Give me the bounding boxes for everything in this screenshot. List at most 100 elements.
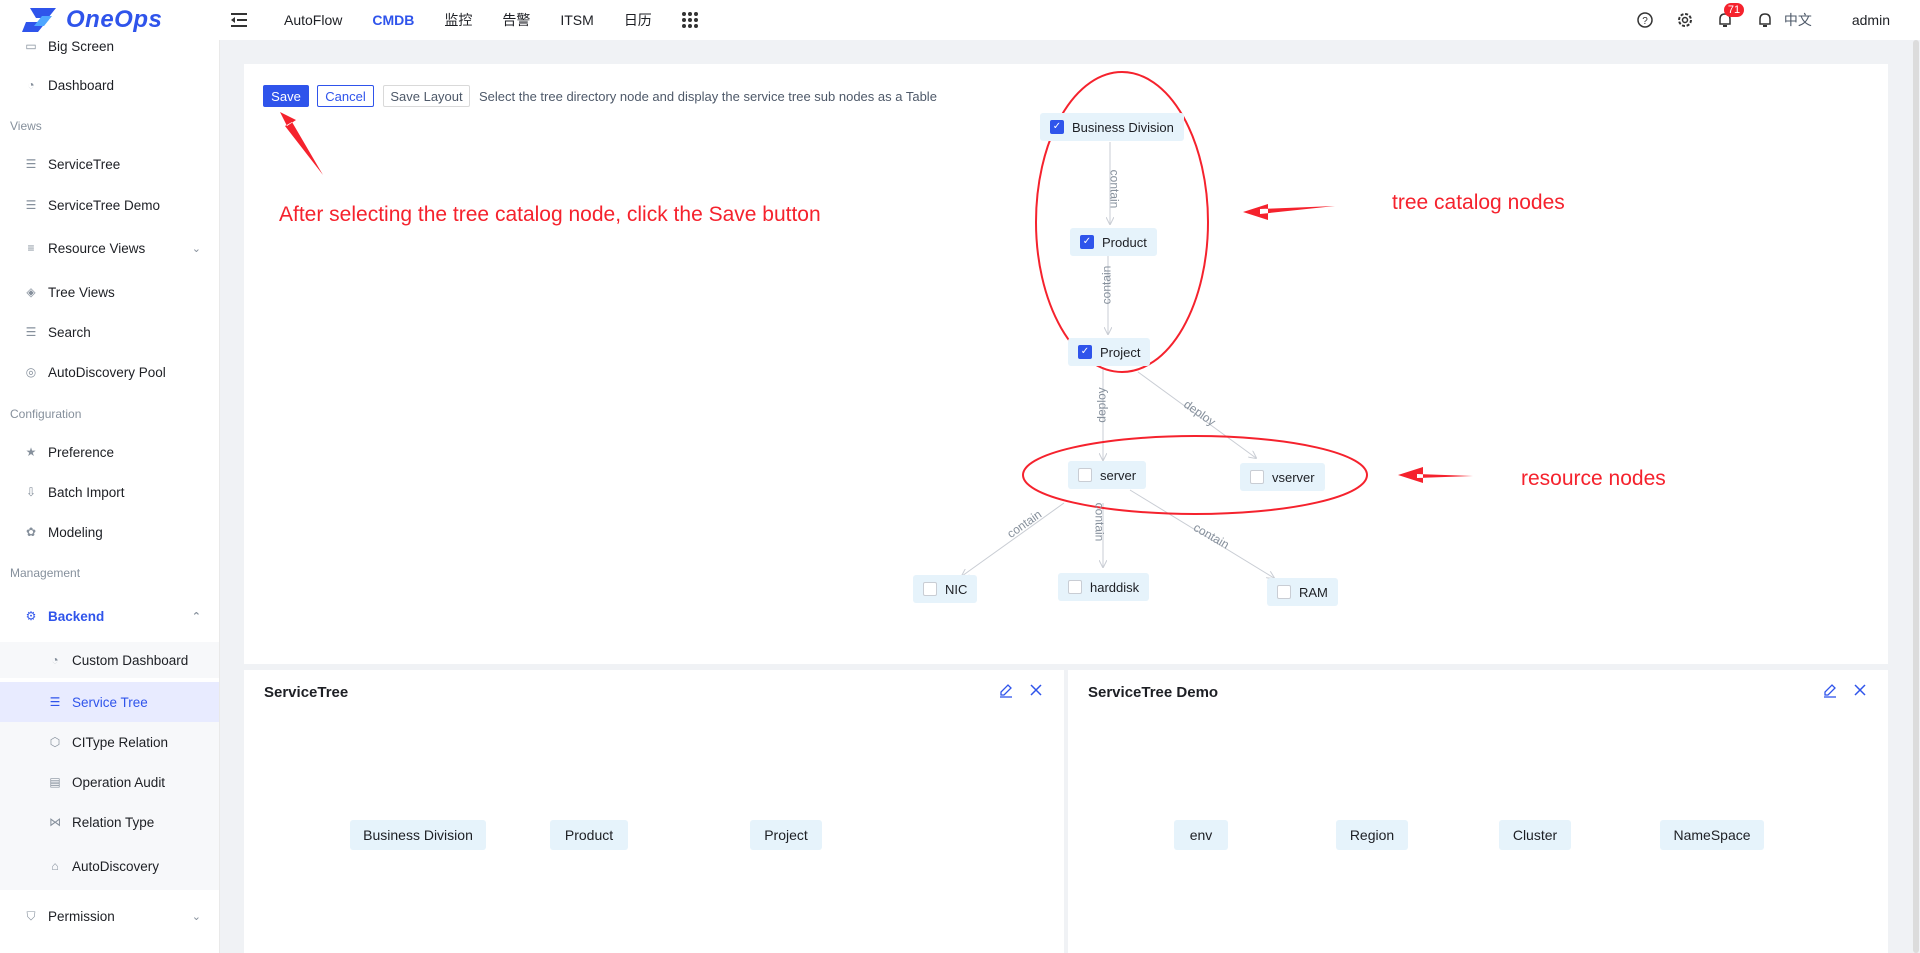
import-icon: ⇩ xyxy=(25,485,37,499)
sidebar-item-dashboard[interactable]: ◔ Dashboard xyxy=(0,67,219,103)
panel-actions xyxy=(998,682,1044,698)
tree-list-icon: ☰ xyxy=(25,157,37,171)
nav-itsm[interactable]: ITSM xyxy=(560,12,593,28)
sidebar-item-label: Backend xyxy=(48,608,105,624)
app-name: OneOps xyxy=(66,6,163,33)
chevron-down-icon: ⌄ xyxy=(191,242,201,255)
sidebar-item-relation-type[interactable]: ⋈ Relation Type xyxy=(0,802,219,842)
checkbox-checked-icon[interactable]: ✓ xyxy=(1050,120,1064,134)
node-label: Project xyxy=(1100,344,1141,360)
language-switch[interactable]: 中文 xyxy=(1784,10,1812,30)
sidebar-item-backend[interactable]: ⚙ Backend ⌃ xyxy=(0,598,219,634)
flow-node[interactable]: Business Division xyxy=(350,820,486,850)
save-layout-button[interactable]: Save Layout xyxy=(383,85,470,107)
scrollbar-thumb[interactable] xyxy=(1913,40,1919,953)
apps-grid-icon[interactable] xyxy=(682,12,698,28)
nav-calendar[interactable]: 日历 xyxy=(624,10,652,30)
graph-node-harddisk[interactable]: harddisk xyxy=(1058,573,1150,601)
panel-actions xyxy=(1822,682,1868,698)
flow-node[interactable]: NameSpace xyxy=(1660,820,1764,850)
sidebar-item-label: Preference xyxy=(48,444,115,460)
panel-title: ServiceTree Demo xyxy=(1088,684,1219,701)
sidebar-item-autodiscovery-pool[interactable]: ◎ AutoDiscovery Pool xyxy=(0,354,219,390)
checkbox-icon[interactable] xyxy=(1078,468,1092,482)
sidebar: ▭ Big Screen ◔ Dashboard Views ☰ Service… xyxy=(0,40,220,953)
nav-cmdb[interactable]: CMDB xyxy=(372,12,414,28)
sidebar-item-service-tree[interactable]: ☰ Service Tree xyxy=(0,682,219,722)
node-label: harddisk xyxy=(1090,579,1140,595)
sidebar-item-label: Service Tree xyxy=(72,694,148,710)
sidebar-item-big-screen[interactable]: ▭ Big Screen xyxy=(0,40,219,64)
checkbox-checked-icon[interactable]: ✓ xyxy=(1078,345,1092,359)
layers-icon: ◈ xyxy=(26,285,36,299)
graph-node-server[interactable]: server xyxy=(1068,461,1147,489)
flow-node[interactable]: Project xyxy=(750,820,822,850)
checkbox-icon[interactable] xyxy=(1277,585,1291,599)
close-icon[interactable] xyxy=(1852,682,1868,698)
checkbox-icon[interactable] xyxy=(1250,470,1264,484)
flow-node[interactable]: Cluster xyxy=(1499,820,1571,850)
screen-icon: ▭ xyxy=(25,40,37,53)
sidebar-item-resource-views[interactable]: ≡ Resource Views ⌄ xyxy=(0,230,219,266)
oneops-logo-icon xyxy=(22,8,56,32)
flow-node[interactable]: env xyxy=(1174,820,1228,850)
star-box-icon: ★ xyxy=(25,445,37,459)
graph-node-project[interactable]: ✓ Project xyxy=(1068,338,1151,366)
cancel-button[interactable]: Cancel xyxy=(317,85,374,107)
edit-icon[interactable] xyxy=(998,682,1014,698)
sidebar-item-tree-views[interactable]: ◈ Tree Views xyxy=(0,274,219,310)
sidebar-item-label: Relation Type xyxy=(72,814,155,830)
sidebar-item-servicetree-demo[interactable]: ☰ ServiceTree Demo xyxy=(0,187,219,223)
graph-node-business-division[interactable]: ✓ Business Division xyxy=(1040,113,1184,141)
sidebar-item-autodiscovery[interactable]: ⌂ AutoDiscovery xyxy=(0,842,219,890)
section-views: Views xyxy=(10,119,42,133)
sidebar-item-operation-audit[interactable]: ▤ Operation Audit xyxy=(0,762,219,802)
chevron-down-icon: ⌄ xyxy=(191,910,201,923)
sidebar-item-permission[interactable]: ⛉ Permission ⌄ xyxy=(0,894,219,938)
svg-text:?: ? xyxy=(1642,16,1648,27)
top-right-actions: ? 71 中文 admin xyxy=(1636,0,1920,40)
graph-node-ram[interactable]: RAM xyxy=(1267,578,1338,606)
help-icon[interactable]: ? xyxy=(1636,11,1654,29)
sidebar-item-citype-relation[interactable]: ⬡ CIType Relation xyxy=(0,722,219,762)
graph-node-product[interactable]: ✓ Product xyxy=(1070,228,1157,256)
nav-alert[interactable]: 告警 xyxy=(502,10,530,30)
graph-node-nic[interactable]: NIC xyxy=(913,575,978,603)
page-scrollbar[interactable] xyxy=(1912,40,1920,953)
nav-monitor[interactable]: 监控 xyxy=(444,10,472,30)
notification-badge: 71 xyxy=(1723,3,1745,17)
user-menu[interactable]: admin xyxy=(1852,12,1890,28)
checkbox-icon[interactable] xyxy=(923,582,937,596)
sidebar-item-servicetree[interactable]: ☰ ServiceTree xyxy=(0,146,219,182)
nav-autoflow[interactable]: AutoFlow xyxy=(284,12,342,28)
toolbar-hint: Select the tree directory node and displ… xyxy=(479,89,937,104)
sidebar-item-label: Batch Import xyxy=(48,484,125,500)
sidebar-item-label: ServiceTree xyxy=(48,156,121,172)
edit-icon[interactable] xyxy=(1822,682,1838,698)
checkbox-icon[interactable] xyxy=(1068,580,1082,594)
sidebar-item-label: Tree Views xyxy=(48,284,115,300)
flow-node[interactable]: Product xyxy=(550,820,628,850)
save-button[interactable]: Save xyxy=(263,85,309,107)
sidebar-item-preference[interactable]: ★ Preference xyxy=(0,434,219,470)
bell-icon[interactable] xyxy=(1756,11,1774,29)
node-label: Product xyxy=(1102,234,1147,250)
panel-servicetree-demo: ServiceTree Demo xyxy=(1068,670,1888,953)
flow-node[interactable]: Region xyxy=(1336,820,1408,850)
graph-node-vserver[interactable]: vserver xyxy=(1240,463,1325,491)
sidebar-item-modeling[interactable]: ✿ Modeling xyxy=(0,514,219,550)
sidebar-item-batch-import[interactable]: ⇩ Batch Import xyxy=(0,474,219,510)
annotation-save-hint: After selecting the tree catalog node, c… xyxy=(279,203,821,226)
app-logo[interactable]: OneOps xyxy=(22,6,162,34)
search-list-icon: ☰ xyxy=(25,325,37,339)
settings-icon[interactable] xyxy=(1676,11,1694,29)
sidebar-item-label: AutoDiscovery xyxy=(72,858,160,874)
sidebar-item-custom-dashboard[interactable]: ◔ Custom Dashboard xyxy=(0,642,219,678)
checkbox-checked-icon[interactable]: ✓ xyxy=(1080,235,1094,249)
notification-bell[interactable]: 71 xyxy=(1716,3,1745,29)
close-icon[interactable] xyxy=(1028,682,1044,698)
node-label: server xyxy=(1100,467,1137,483)
menu-fold-icon[interactable] xyxy=(229,10,249,30)
section-configuration: Configuration xyxy=(10,407,82,421)
sidebar-item-search[interactable]: ☰ Search xyxy=(0,314,219,350)
